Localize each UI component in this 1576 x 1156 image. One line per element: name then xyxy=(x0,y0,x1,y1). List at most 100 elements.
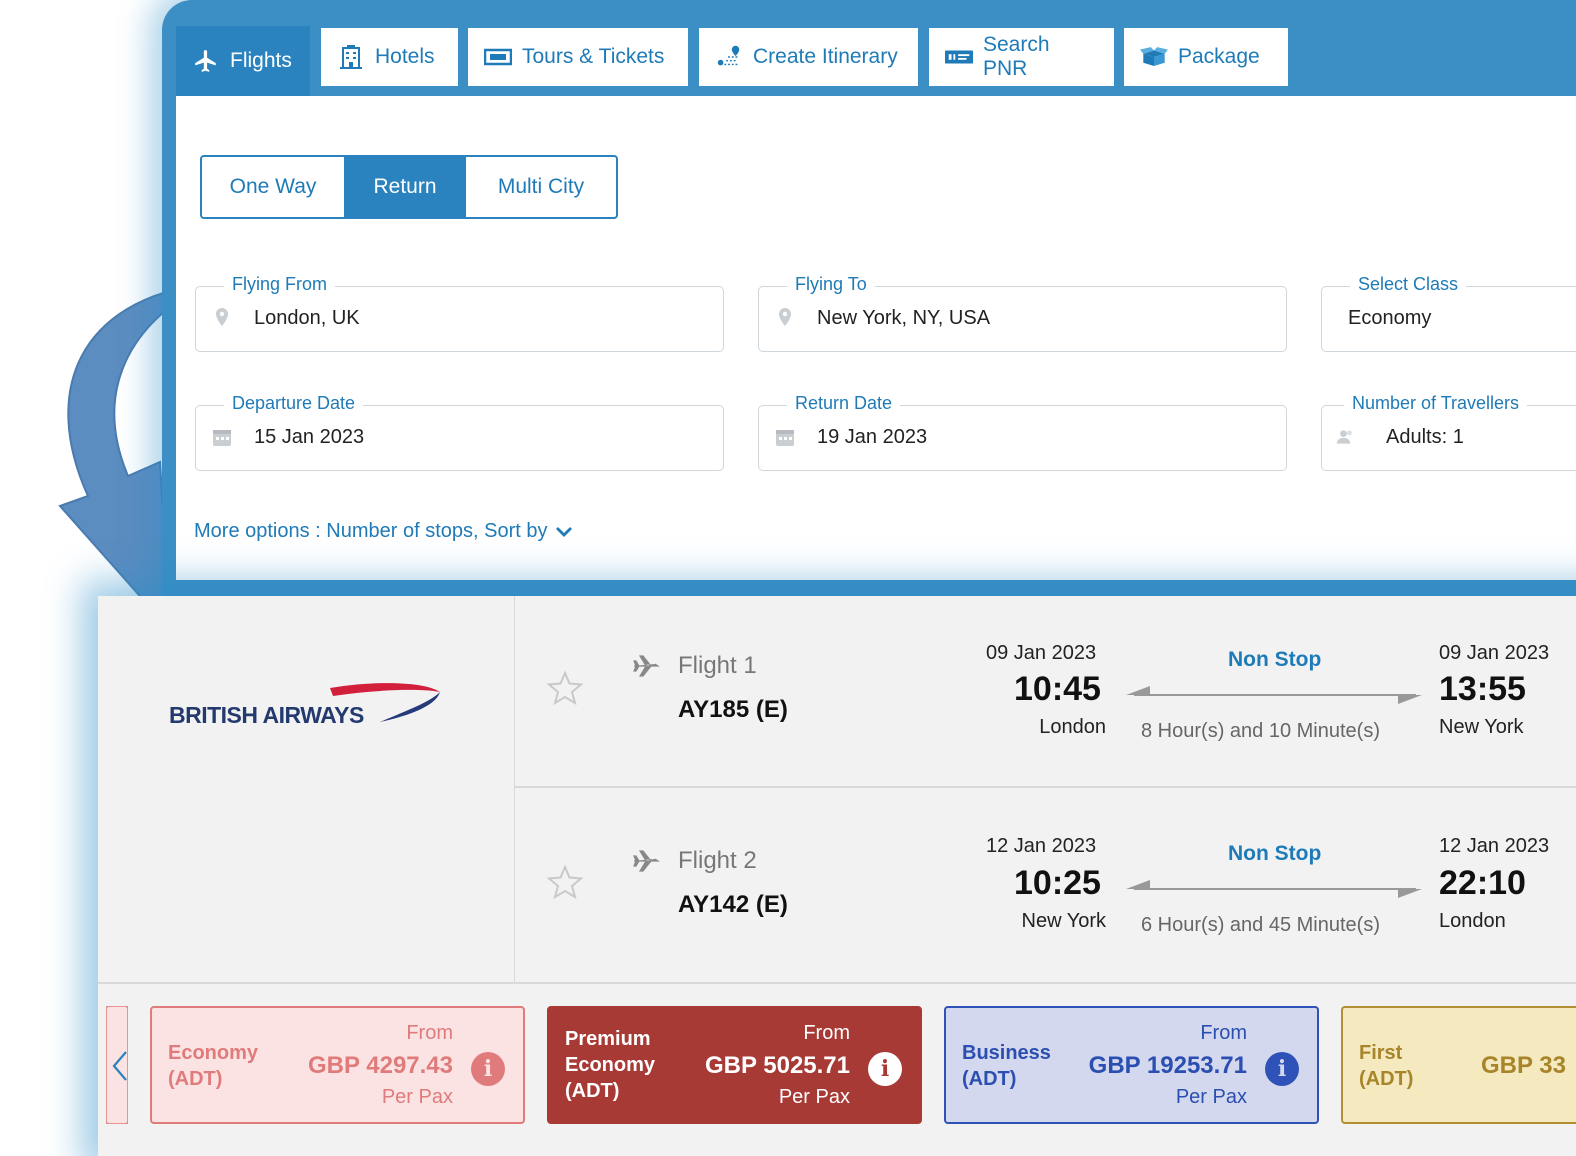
pnr-ticket-icon xyxy=(945,43,973,71)
carousel-prev-icon[interactable] xyxy=(106,1006,128,1124)
airline-column xyxy=(98,596,515,984)
tab-tours-tickets[interactable]: Tours & Tickets xyxy=(468,28,688,86)
trip-type-selector: One Way Return Multi City xyxy=(200,155,618,219)
airline-name: BRITISH AIRWAYS xyxy=(169,702,364,728)
more-options-label: More options : Number of stops, Sort by xyxy=(194,520,548,542)
tab-create-itinerary[interactable]: Create Itinerary xyxy=(699,28,918,86)
arrival-city: London xyxy=(1439,910,1506,932)
flying-from-field[interactable]: Flying From London, UK xyxy=(195,274,724,352)
tab-label: Tours & Tickets xyxy=(522,45,665,68)
calendar-icon xyxy=(213,430,231,446)
field-value: New York, NY, USA xyxy=(817,307,991,329)
fare-per-pax: Per Pax xyxy=(778,1086,850,1108)
tab-label: Create Itinerary xyxy=(753,45,898,68)
info-icon[interactable]: i xyxy=(1265,1052,1299,1086)
divider xyxy=(98,982,1576,984)
favorite-star-icon[interactable] xyxy=(547,864,583,900)
tab-label: Search PNR xyxy=(983,33,1050,80)
info-icon[interactable]: i xyxy=(471,1052,505,1086)
stops-label: Non Stop xyxy=(1228,842,1322,865)
fare-per-pax: Per Pax xyxy=(1175,1086,1247,1108)
fare-class: Business (ADT) xyxy=(962,1042,1051,1090)
fare-economy[interactable]: Economy (ADT) From GBP 4297.43 Per Pax i xyxy=(150,1006,525,1124)
tab-package[interactable]: Package xyxy=(1124,28,1288,86)
fare-premium-economy[interactable]: Premium Economy (ADT) From GBP 5025.71 Per… xyxy=(547,1006,922,1124)
field-label: Select Class xyxy=(1350,274,1467,295)
plane-icon xyxy=(633,655,660,677)
trip-type-return[interactable]: Return xyxy=(344,157,466,217)
fare-from: From xyxy=(406,1022,453,1044)
fare-class: Premium Economy (ADT) xyxy=(565,1028,656,1102)
package-box-icon xyxy=(1140,43,1168,71)
trip-type-one-way[interactable]: One Way xyxy=(202,157,344,217)
chevron-down-icon xyxy=(555,526,572,537)
arrival-date: 12 Jan 2023 xyxy=(1439,835,1550,857)
fare-business[interactable]: Business (ADT) From GBP 19253.71 Per Pax … xyxy=(944,1006,1319,1124)
travellers-field[interactable]: Number of Travellers Adults: 1 xyxy=(1321,393,1576,471)
fare-from: From xyxy=(1200,1022,1247,1044)
fare-from: From xyxy=(803,1022,850,1044)
tab-label: Package xyxy=(1178,45,1260,68)
field-label: Flying From xyxy=(224,274,336,295)
tab-hotels[interactable]: Hotels xyxy=(321,28,458,86)
hotel-building-icon xyxy=(337,43,365,71)
fare-price: GBP 19253.71 xyxy=(1088,1052,1247,1079)
fare-first[interactable]: First (ADT) GBP 33 xyxy=(1341,1006,1576,1124)
duration: 6 Hour(s) and 45 Minute(s) xyxy=(1141,914,1380,936)
info-icon[interactable]: i xyxy=(868,1052,902,1086)
return-date-field[interactable]: Return Date 19 Jan 2023 xyxy=(758,393,1287,471)
arrival-date: 09 Jan 2023 xyxy=(1439,642,1550,664)
field-value: Economy xyxy=(1348,307,1432,329)
arrival-time: 13:55 xyxy=(1439,670,1526,708)
more-options-link[interactable]: More options : Number of stops, Sort by xyxy=(194,520,574,543)
tab-label: Flights xyxy=(230,49,292,72)
field-label: Return Date xyxy=(787,393,901,414)
flight-code: AY142 (E) xyxy=(678,891,788,918)
field-value: London, UK xyxy=(254,307,360,329)
field-value: 19 Jan 2023 xyxy=(817,426,928,448)
departure-city: London xyxy=(1039,716,1106,738)
tab-flights[interactable]: Flights xyxy=(176,26,310,96)
fare-price: GBP 33 xyxy=(1481,1052,1566,1079)
fare-class: Economy (ADT) xyxy=(168,1042,259,1090)
flight-code: AY185 (E) xyxy=(678,696,788,723)
route-icon xyxy=(715,43,743,71)
fare-price: GBP 4297.43 xyxy=(308,1052,453,1079)
field-label: Flying To xyxy=(787,274,875,295)
location-pin-icon xyxy=(779,308,791,326)
arrival-city: New York xyxy=(1439,716,1524,738)
route-arrow xyxy=(1126,880,1422,898)
departure-city: New York xyxy=(1021,910,1107,932)
fare-per-pax: Per Pax xyxy=(381,1086,453,1108)
fare-price: GBP 5025.71 xyxy=(705,1052,850,1079)
ticket-icon xyxy=(484,43,512,71)
airplane-icon xyxy=(192,47,220,75)
flying-to-field[interactable]: Flying To New York, NY, USA xyxy=(758,274,1287,352)
departure-date: 12 Jan 2023 xyxy=(986,835,1097,857)
location-pin-icon xyxy=(216,308,228,326)
favorite-star-icon[interactable] xyxy=(547,670,583,706)
fare-class: First (ADT) xyxy=(1359,1042,1414,1090)
departure-time: 10:25 xyxy=(1014,864,1101,902)
field-label: Departure Date xyxy=(224,393,364,414)
route-arrow xyxy=(1126,686,1422,704)
arrival-time: 22:10 xyxy=(1439,864,1526,902)
field-label: Number of Travellers xyxy=(1344,393,1528,414)
departure-time: 10:45 xyxy=(1014,670,1101,708)
divider xyxy=(514,786,1576,788)
stops-label: Non Stop xyxy=(1228,648,1322,671)
users-icon xyxy=(1336,430,1352,444)
departure-date: 09 Jan 2023 xyxy=(986,642,1097,664)
duration: 8 Hour(s) and 10 Minute(s) xyxy=(1141,720,1380,742)
flight-label: Flight 1 xyxy=(678,652,757,679)
field-value: Adults: 1 xyxy=(1386,426,1464,448)
calendar-icon xyxy=(776,430,794,446)
flight-label: Flight 2 xyxy=(678,847,757,874)
select-class-field[interactable]: Select Class Economy xyxy=(1321,274,1576,352)
tab-search-pnr[interactable]: Search PNR xyxy=(929,28,1114,86)
plane-icon xyxy=(633,850,660,872)
departure-date-field[interactable]: Departure Date 15 Jan 2023 xyxy=(195,393,724,471)
tab-label: Hotels xyxy=(375,45,435,68)
trip-type-multi-city[interactable]: Multi City xyxy=(466,157,616,217)
field-value: 15 Jan 2023 xyxy=(254,426,365,448)
